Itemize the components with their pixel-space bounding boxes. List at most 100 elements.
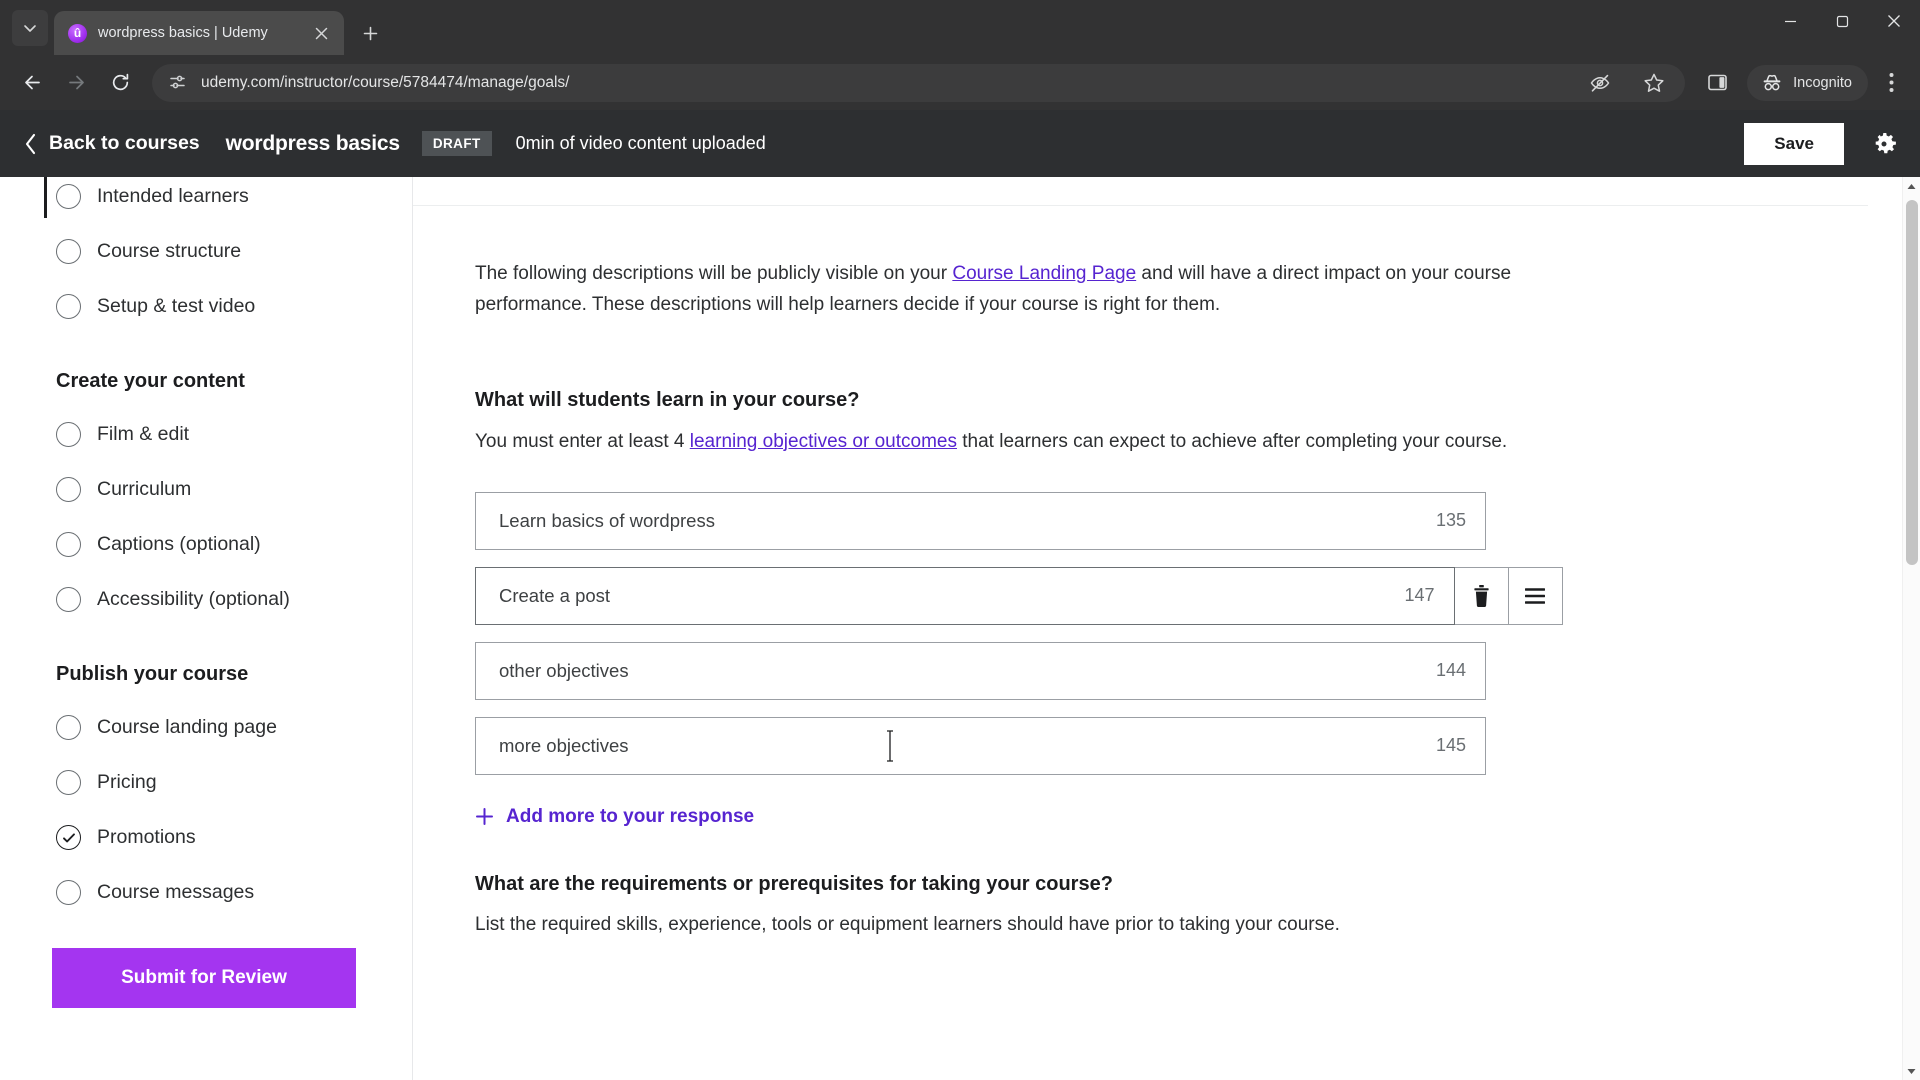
chevron-left-icon (25, 133, 36, 154)
trash-icon (1474, 584, 1489, 607)
back-to-courses-label: Back to courses (49, 132, 200, 154)
sidebar-item-course-messages[interactable]: Course messages (56, 865, 372, 920)
objective-row: other objectives 144 (475, 641, 1563, 700)
close-window-button[interactable] (1868, 0, 1920, 42)
submit-for-review-button[interactable]: Submit for Review (52, 948, 356, 1008)
side-panel-icon[interactable] (1697, 63, 1737, 103)
incognito-hat-icon (1763, 74, 1781, 90)
forward-arrow-icon (68, 75, 84, 90)
page-viewport: Back to courses wordpress basics DRAFT 0… (0, 110, 1920, 1080)
character-counter: 144 (1435, 660, 1466, 681)
objective-value: other objectives (499, 659, 629, 681)
radio-checked-icon (56, 825, 81, 850)
character-counter: 145 (1435, 735, 1466, 756)
back-to-courses-link[interactable]: Back to courses (24, 132, 200, 155)
objective-row: Learn basics of wordpress 135 (475, 491, 1563, 550)
sidebar-item-label: Pricing (97, 771, 157, 793)
sidebar-item-label: Course structure (97, 240, 242, 262)
chevron-up-icon (1907, 183, 1916, 189)
sidebar-group-title-publish-course: Publish your course (56, 663, 249, 685)
scrollbar-thumb[interactable] (1906, 200, 1918, 565)
video-upload-status: 0min of video content uploaded (515, 133, 766, 153)
sidebar-item-course-structure[interactable]: Course structure (56, 224, 372, 279)
eye-off-icon[interactable] (1583, 66, 1617, 100)
window-controls (1764, 0, 1920, 55)
course-landing-page-link[interactable]: Course Landing Page (952, 263, 1136, 284)
sidebar-item-label: Course messages (97, 881, 255, 903)
browser-window: û wordpress basics | Udemy udemy.com/ins… (0, 0, 1920, 1080)
status-badge: DRAFT (421, 131, 492, 156)
sidebar-item-label: Captions (optional) (97, 533, 261, 555)
objective-input-1[interactable]: Learn basics of wordpress 135 (475, 491, 1486, 550)
drag-handle-icon (1525, 587, 1546, 604)
sidebar-item-film-edit[interactable]: Film & edit (56, 407, 372, 462)
chevron-down-icon (1907, 1068, 1916, 1074)
scroll-down-arrow[interactable] (1903, 1062, 1920, 1080)
sidebar-inner: Intended learners Course structure Setup… (0, 177, 412, 920)
sidebar-item-setup-test-video[interactable]: Setup & test video (56, 279, 372, 334)
save-button[interactable]: Save (1744, 122, 1844, 165)
forward-button (56, 63, 96, 103)
main-content: The following descriptions will be publi… (413, 177, 1920, 1080)
objectives-list: Learn basics of wordpress 135 Create a p… (475, 491, 1564, 775)
close-tab-button[interactable] (308, 20, 334, 46)
learning-objectives-link[interactable]: learning objectives or outcomes (690, 431, 957, 452)
question-2-title: What are the requirements or prerequisit… (475, 873, 1113, 896)
scroll-up-arrow[interactable] (1903, 177, 1920, 195)
objective-input-3[interactable]: other objectives 144 (475, 641, 1486, 700)
maximize-button[interactable] (1816, 0, 1868, 42)
sidebar-group-title-create-content: Create your content (56, 370, 245, 392)
back-button[interactable] (12, 63, 52, 103)
bookmark-star-icon[interactable] (1637, 66, 1671, 100)
objective-value: Learn basics of wordpress (499, 509, 715, 531)
url-text: udemy.com/instructor/course/5784474/mana… (201, 73, 570, 91)
sidebar-item-curriculum[interactable]: Curriculum (56, 462, 372, 517)
radio-unchecked-icon (56, 587, 81, 612)
new-tab-button[interactable] (353, 16, 387, 50)
sidebar-item-intended-learners[interactable]: Intended learners (56, 177, 372, 224)
browser-tab[interactable]: û wordpress basics | Udemy (54, 11, 344, 55)
page-body: Intended learners Course structure Setup… (0, 177, 1920, 1080)
page-scrollbar[interactable] (1902, 177, 1920, 1080)
objective-input-4[interactable]: more objectives 145 (475, 716, 1486, 775)
tab-search-button[interactable] (12, 10, 48, 46)
question-1-title: What will students learn in your course? (475, 388, 860, 411)
plus-icon (363, 26, 377, 40)
sidebar-item-label: Film & edit (97, 423, 190, 445)
tab-title: wordpress basics | Udemy (98, 25, 268, 41)
page-title: wordpress basics (225, 131, 400, 155)
objective-row: Create a post 147 (475, 566, 1564, 625)
sidebar-item-label: Intended learners (97, 185, 249, 207)
drag-objective-handle[interactable] (1508, 566, 1564, 625)
radio-unchecked-icon (56, 294, 81, 319)
incognito-profile-button[interactable]: Incognito (1747, 64, 1868, 101)
minimize-button[interactable] (1764, 0, 1816, 42)
content-inner: The following descriptions will be publi… (413, 206, 1564, 941)
sidebar-item-pricing[interactable]: Pricing (56, 755, 372, 810)
sidebar-item-label: Promotions (97, 826, 196, 848)
back-arrow-icon (24, 75, 40, 90)
delete-objective-button[interactable] (1454, 566, 1509, 625)
gear-icon[interactable] (1866, 126, 1902, 162)
sidebar-item-label: Curriculum (97, 478, 192, 500)
sidebar-item-course-landing-page[interactable]: Course landing page (56, 700, 372, 755)
chevron-down-icon (24, 25, 36, 32)
reload-button[interactable] (100, 63, 140, 103)
radio-unchecked-icon (56, 715, 81, 740)
sidebar-item-accessibility[interactable]: Accessibility (optional) (56, 572, 372, 627)
objective-input-2[interactable]: Create a post 147 (475, 566, 1455, 625)
maximize-icon (1836, 15, 1848, 27)
q1-text-part2: that learners can expect to achieve afte… (956, 430, 1508, 452)
address-bar[interactable]: udemy.com/instructor/course/5784474/mana… (152, 63, 1686, 102)
plus-icon (476, 808, 493, 826)
radio-unchecked-icon (56, 422, 81, 447)
lede-paragraph: The following descriptions will be publi… (475, 258, 1563, 321)
sidebar-item-promotions[interactable]: Promotions (56, 810, 372, 865)
sidebar-item-captions[interactable]: Captions (optional) (56, 517, 372, 572)
question-2-subtitle: List the required skills, experience, to… (475, 914, 1340, 936)
three-dot-menu-icon (1889, 73, 1893, 92)
udemy-favicon: û (68, 23, 87, 43)
browser-menu-button[interactable] (1872, 63, 1910, 103)
add-more-response-button[interactable]: Add more to your response (475, 806, 754, 828)
radio-unchecked-icon (56, 880, 81, 905)
